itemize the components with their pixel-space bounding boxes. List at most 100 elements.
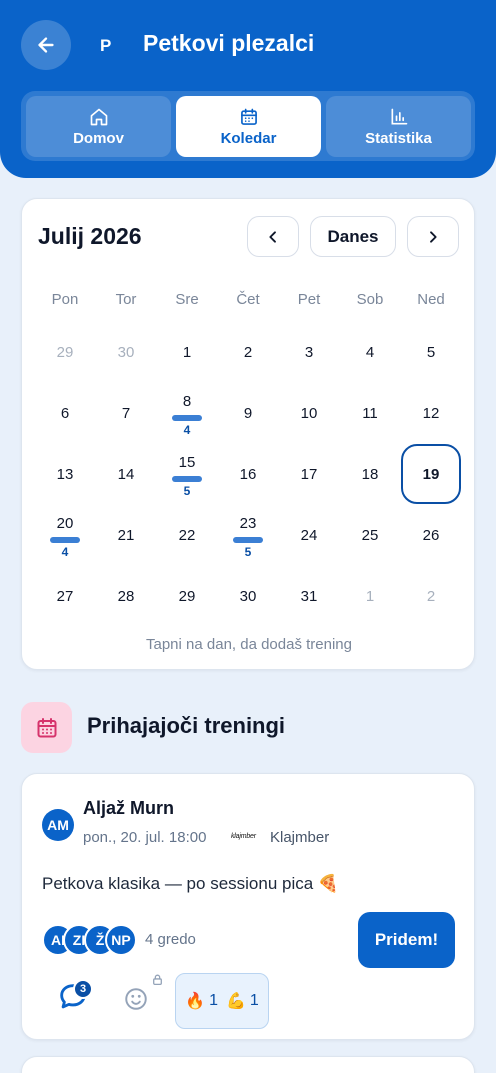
flexed-biceps-emoji: 💪	[226, 993, 246, 1010]
calendar-day[interactable]: 2	[401, 566, 461, 626]
calendar-day[interactable]: 6	[35, 383, 95, 443]
calendar-day[interactable]: 13	[35, 444, 95, 504]
day-number: 2	[243, 343, 253, 361]
calendar-day[interactable]: 5	[401, 322, 461, 382]
tab-label: Domov	[73, 129, 124, 147]
tab-statistics[interactable]: Statistika	[326, 96, 471, 157]
reaction-count: 1	[209, 992, 218, 1009]
calendar-day[interactable]: 21	[96, 505, 156, 565]
reaction-summary[interactable]: 🔥 1 💪 1	[175, 973, 269, 1029]
day-number: 4	[365, 343, 375, 361]
calendar-day[interactable]: 7	[96, 383, 156, 443]
smiley-icon	[125, 988, 147, 1010]
weekday-label: Pet	[297, 291, 321, 308]
calendar-day[interactable]: 9	[218, 383, 278, 443]
calendar-day[interactable]: 16	[218, 444, 278, 504]
day-number: 24	[300, 526, 318, 544]
add-reaction-button[interactable]	[123, 986, 149, 1012]
event-location: Klajmber	[270, 829, 330, 846]
day-number: 14	[117, 465, 135, 483]
attendee-count: 4 gredo	[145, 931, 196, 948]
calendar-day[interactable]: 1	[340, 566, 400, 626]
day-number: 28	[117, 587, 135, 605]
calendar-day[interactable]: 12	[401, 383, 461, 443]
calendar-day[interactable]: 30	[218, 566, 278, 626]
calendar-day[interactable]: 11	[340, 383, 400, 443]
day-number: 30	[117, 343, 135, 361]
calendar-hint: Tapni na dan, da dodaš trening	[146, 636, 352, 653]
day-number: 25	[361, 526, 379, 544]
day-number: 13	[56, 465, 74, 483]
day-number: 21	[117, 526, 135, 544]
day-number: 27	[56, 587, 74, 605]
day-number: 15	[178, 454, 196, 471]
weekday-label: Tor	[115, 291, 137, 308]
calendar-day[interactable]: 15 5	[157, 444, 217, 504]
calendar-day[interactable]: 20 4	[35, 505, 95, 565]
calendar-day[interactable]: 2	[218, 322, 278, 382]
prev-month-button[interactable]	[247, 216, 299, 257]
event-author: Aljaž Murn	[83, 798, 175, 818]
reaction-count: 1	[249, 992, 259, 1009]
day-number: 30	[239, 587, 257, 605]
day-number: 3	[304, 343, 314, 361]
training-count: 4	[183, 423, 191, 437]
app-header: P Petkovi plezalci Domov Koledar Statist…	[0, 0, 496, 178]
day-number: 29	[178, 587, 196, 605]
comment-count-badge: 3	[73, 979, 93, 999]
calendar-day[interactable]: 30	[96, 322, 156, 382]
calendar-day[interactable]: 28	[96, 566, 156, 626]
calendar-day[interactable]: 25	[340, 505, 400, 565]
tab-calendar[interactable]: Koledar	[176, 96, 321, 157]
calendar-day[interactable]: 23 5	[218, 505, 278, 565]
day-number: 1	[365, 587, 375, 605]
training-count: 4	[61, 545, 69, 559]
calendar-day[interactable]: 31	[279, 566, 339, 626]
calendar-day-today[interactable]: 19	[401, 444, 461, 504]
month-title: Julij 2026	[38, 223, 142, 249]
calendar-day[interactable]: 29	[35, 322, 95, 382]
tab-label: Statistika	[365, 129, 432, 147]
day-number: 20	[56, 515, 74, 532]
day-number: 7	[121, 404, 131, 422]
day-number: 12	[422, 404, 440, 422]
join-button[interactable]: Pridem!	[358, 912, 455, 968]
calendar-day[interactable]: 24	[279, 505, 339, 565]
today-button[interactable]: Danes	[310, 216, 396, 257]
gym-logo: klajmber	[231, 833, 256, 840]
event-description: Petkova klasika — po sessionu pica 🍕	[42, 874, 340, 893]
day-number: 23	[239, 515, 257, 532]
day-number: 29	[56, 343, 74, 361]
calendar-icon	[37, 717, 56, 737]
calendar-day[interactable]: 17	[279, 444, 339, 504]
calendar-day[interactable]: 27	[35, 566, 95, 626]
weekday-label: Pon	[51, 291, 79, 308]
training-indicator	[233, 537, 263, 543]
back-button[interactable]	[21, 20, 71, 70]
calendar-day[interactable]: 29	[157, 566, 217, 626]
day-number: 10	[300, 404, 318, 422]
section-title: Prihajajoči treningi	[87, 713, 286, 738]
event-card[interactable]: AM Aljaž Murn pon., 20. jul. 18:00 klajm…	[21, 773, 475, 1040]
calendar-day[interactable]: 14	[96, 444, 156, 504]
calendar-icon	[240, 108, 257, 125]
next-month-button[interactable]	[407, 216, 459, 257]
calendar-day[interactable]: 22	[157, 505, 217, 565]
calendar-day[interactable]: 1	[157, 322, 217, 382]
calendar-day[interactable]: 26	[401, 505, 461, 565]
day-number: 19	[422, 465, 440, 483]
tab-home[interactable]: Domov	[26, 96, 171, 157]
training-indicator	[172, 476, 202, 482]
weekday-label: Sre	[175, 291, 199, 308]
day-number: 5	[426, 343, 436, 361]
calendar-day[interactable]: 84	[157, 383, 217, 443]
calendar-day[interactable]: 10	[279, 383, 339, 443]
day-number: 1	[182, 343, 192, 361]
calendar-day[interactable]: 4	[340, 322, 400, 382]
page-title: Petkovi plezalci	[143, 30, 315, 56]
tab-bar: Domov Koledar Statistika	[21, 91, 475, 161]
calendar-day[interactable]: 3	[279, 322, 339, 382]
calendar-day[interactable]: 18	[340, 444, 400, 504]
event-card[interactable]	[21, 1056, 475, 1073]
day-number: 22	[178, 526, 196, 544]
